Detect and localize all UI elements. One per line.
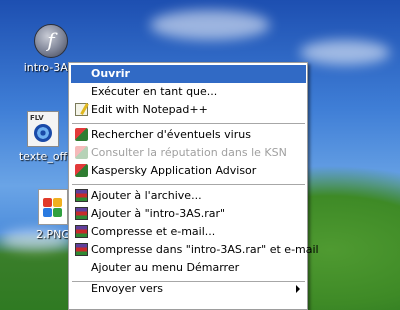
notepad-plus-plus-icon	[75, 103, 88, 116]
menu-item-executer-en-tant-que[interactable]: Exécuter en tant que...	[71, 83, 306, 101]
menu-item-ajouter-intro-rar[interactable]: Ajouter à "intro-3AS.rar"	[71, 205, 306, 223]
menu-item-consulter-ksn: Consulter la réputation dans le KSN	[71, 144, 306, 162]
submenu-arrow-icon	[296, 285, 300, 293]
menu-item-ouvrir[interactable]: Ouvrir	[71, 65, 306, 83]
menu-item-kaspersky-advisor[interactable]: Kaspersky Application Advisor	[71, 162, 306, 180]
winrar-icon	[75, 243, 88, 256]
flash-file-icon: f	[34, 24, 68, 58]
winrar-icon	[75, 207, 88, 220]
menu-item-compresse-email[interactable]: Compresse et e-mail...	[71, 223, 306, 241]
wallpaper-cloud	[300, 40, 390, 65]
winrar-icon	[75, 189, 88, 202]
menu-item-edit-with-notepad[interactable]: Edit with Notepad++	[71, 101, 306, 119]
menu-item-envoyer-vers[interactable]: Envoyer vers	[71, 280, 306, 298]
wallpaper-cloud	[150, 10, 270, 40]
flv-video-file-icon: FLV	[27, 111, 59, 147]
png-image-file-icon	[38, 189, 68, 225]
kaspersky-icon	[75, 128, 88, 141]
winrar-icon	[75, 225, 88, 238]
kaspersky-icon	[75, 146, 88, 159]
menu-separator	[72, 123, 305, 124]
desktop[interactable]: f intro-3AS. FLV texte_off 2.PNG Ouvrir …	[0, 0, 400, 310]
menu-item-compresse-intro-rar-email[interactable]: Compresse dans "intro-3AS.rar" et e-mail	[71, 241, 319, 259]
context-menu: Ouvrir Exécuter en tant que... Edit with…	[68, 62, 319, 310]
menu-item-ajouter-menu-demarrer[interactable]: Ajouter au menu Démarrer	[71, 259, 306, 277]
menu-separator	[72, 184, 305, 185]
kaspersky-icon	[75, 164, 88, 177]
menu-item-rechercher-virus[interactable]: Rechercher d'éventuels virus	[71, 126, 306, 144]
menu-item-ajouter-archive[interactable]: Ajouter à l'archive...	[71, 187, 306, 205]
